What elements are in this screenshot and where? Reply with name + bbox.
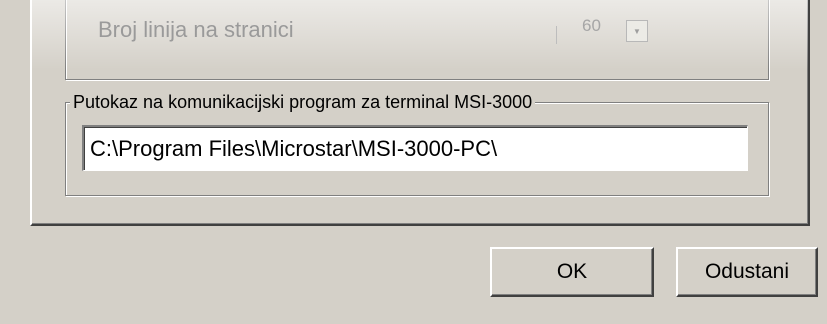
lines-per-page-spinner[interactable]: 60 ▼ <box>554 14 654 44</box>
cancel-button[interactable]: Odustani <box>676 247 818 297</box>
lines-per-page-label: Broj linija na stranici <box>98 17 294 42</box>
dialog-panel: Broj linija na stranici 60 ▼ Putokaz na … <box>30 0 810 226</box>
chevron-down-icon: ▼ <box>633 27 641 36</box>
lines-per-page-value: 60 <box>582 16 601 35</box>
ok-button[interactable]: OK <box>490 247 654 297</box>
spinner-edge <box>556 26 557 44</box>
path-groupbox: Putokaz na komunikacijski program za ter… <box>65 92 769 196</box>
path-group-legend: Putokaz na komunikacijski program za ter… <box>70 92 536 113</box>
spinner-down-button[interactable]: ▼ <box>626 20 648 42</box>
program-path-input[interactable] <box>82 125 748 171</box>
